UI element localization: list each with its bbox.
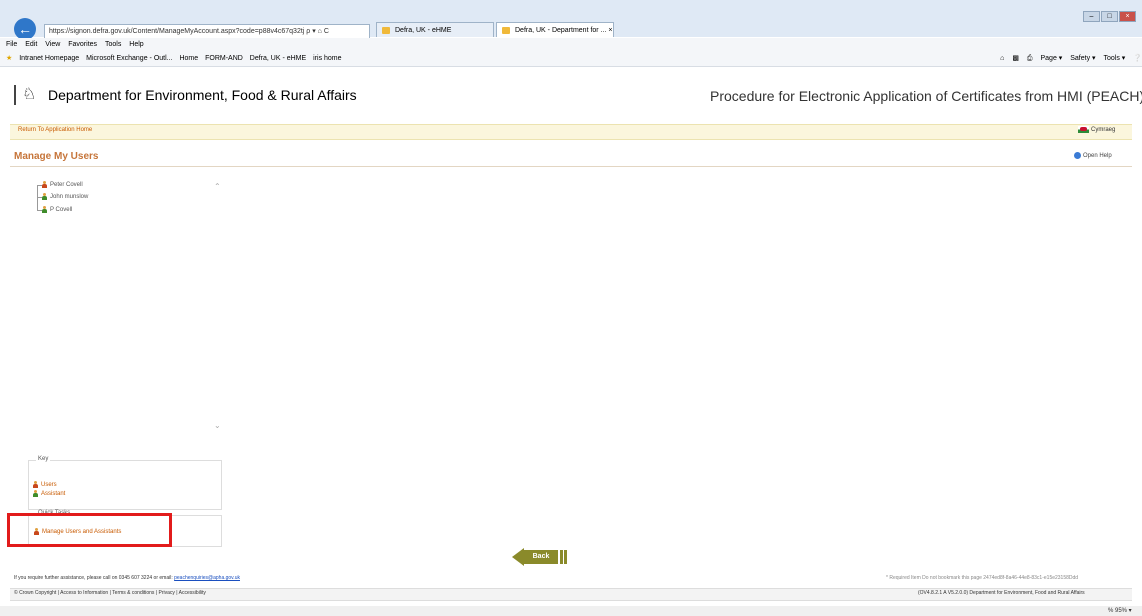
key-item-label: Assistant [41,491,66,498]
zoom-control[interactable]: % 95% ▾ [1108,607,1132,614]
tree-node[interactable]: John munslow [42,192,88,202]
assistance-text: If you require further assistance, pleas… [14,575,240,581]
language-link[interactable]: Cymraeg [1078,126,1115,133]
favorite-form-and[interactable]: FORM-AND [205,55,243,62]
ie-page-icon [502,27,510,34]
key-item-assistant: Assistant [33,490,65,497]
navigation-bar [10,124,1132,140]
return-home-link[interactable]: Return To Application Home [18,127,92,133]
favorite-intranet[interactable]: Intranet Homepage [19,55,79,62]
key-heading: Key [36,456,51,462]
menu-view[interactable]: View [45,41,60,48]
ie-page-icon [382,27,390,34]
window-controls: – □ × [1082,5,1138,22]
feeds-icon[interactable]: ▩ [1012,55,1019,62]
header-rule [14,85,16,105]
command-page[interactable]: Page ▾ [1040,55,1062,62]
help-icon [1074,152,1081,159]
favorite-home[interactable]: Home [179,55,198,62]
assistance-email-link[interactable]: peachenquiries@apha.gov.uk [174,575,240,581]
assistant-icon [33,490,38,497]
tree-node-label: John munslow [50,194,89,200]
back-button[interactable]: Back [512,548,572,566]
menu-file[interactable]: File [6,41,17,48]
arrow-left-icon [512,548,524,566]
minimize-button[interactable]: – [1083,11,1100,22]
tree-connector [37,185,38,211]
browser-tab-defra[interactable]: Defra, UK - Department for ... × [496,22,614,37]
favorite-exchange[interactable]: Microsoft Exchange - Outl... [86,55,172,62]
key-panel: Users Assistant [28,460,222,510]
favorite-iris-home[interactable]: iris home [313,55,341,62]
back-button-label: Back [524,550,558,564]
tree-node[interactable]: Peter Covell [42,180,83,190]
language-label: Cymraeg [1091,127,1116,134]
address-controls[interactable]: ρ ▾ ⌂ C [306,28,329,35]
user-tree[interactable]: Peter Covell John munslow P Covell [28,176,223,438]
close-button[interactable]: × [1119,11,1136,22]
menu-help[interactable]: Help [129,41,143,48]
menu-bar: File Edit View Favorites Tools Help [0,38,1142,51]
home-icon[interactable]: ⌂ [1000,55,1004,62]
command-safety[interactable]: Safety ▾ [1070,55,1095,62]
tree-node-label: P Covell [50,207,73,213]
footer-version: (OV4.8.2.1 A V5.2.0.0) Department for En… [918,590,1085,596]
key-item-users: Users [33,481,57,488]
print-icon[interactable]: ⎙ [1027,55,1033,62]
address-bar[interactable]: https://signon.defra.gov.uk/Content/Mana… [44,24,370,39]
welsh-flag-icon [1078,126,1089,133]
maximize-button[interactable]: □ [1101,11,1118,22]
menu-tools[interactable]: Tools [105,41,121,48]
browser-back-button[interactable]: ← [14,18,36,40]
open-help-link[interactable]: Open Help [1074,152,1112,159]
assistant-icon [42,192,47,200]
assistant-icon [42,205,47,213]
tree-node-label: Peter Covell [50,182,83,188]
tree-node[interactable]: P Covell [42,205,72,215]
royal-crest-icon: ♘ [22,86,37,103]
page-title: Manage My Users [14,151,99,162]
department-name: Department for Environment, Food & Rural… [48,87,357,103]
menu-edit[interactable]: Edit [25,41,37,48]
tree-scrollbar[interactable]: ⌃ ⌄ [212,178,224,434]
command-tools[interactable]: Tools ▾ [1104,55,1126,62]
favorites-star-icon[interactable]: ★ [6,55,12,62]
favorite-defra-ehme[interactable]: Defra, UK - eHME [250,55,306,62]
assistance-label: If you require further assistance, pleas… [14,575,173,581]
status-bar [0,606,1142,616]
back-bars-decoration [560,550,570,564]
scroll-down-icon[interactable]: ⌄ [214,421,221,430]
browser-tab-label: Defra, UK - Department for ... × [515,27,613,34]
command-bar: ⌂ ▩ ⎙ Page ▾ Safety ▾ Tools ▾ ❔ [880,51,1142,66]
menu-favorites[interactable]: Favorites [68,41,97,48]
user-icon [42,180,47,188]
scroll-up-icon[interactable]: ⌃ [214,182,221,191]
footer-links[interactable]: © Crown Copyright | Access to Informatio… [14,590,206,596]
title-divider [10,166,1132,167]
required-note: * Required Item Do not bookmark this pag… [886,575,1079,581]
highlight-box [7,513,172,547]
browser-tab-ehme[interactable]: Defra, UK - eHME [376,22,494,37]
address-text: https://signon.defra.gov.uk/Content/Mana… [49,28,305,35]
key-item-label: Users [41,482,57,489]
help-icon[interactable]: ❔ [1133,55,1142,62]
help-label: Open Help [1083,153,1112,160]
user-icon [33,481,38,488]
browser-tab-label: Defra, UK - eHME [395,27,452,34]
service-name: Procedure for Electronic Application of … [710,88,1142,104]
